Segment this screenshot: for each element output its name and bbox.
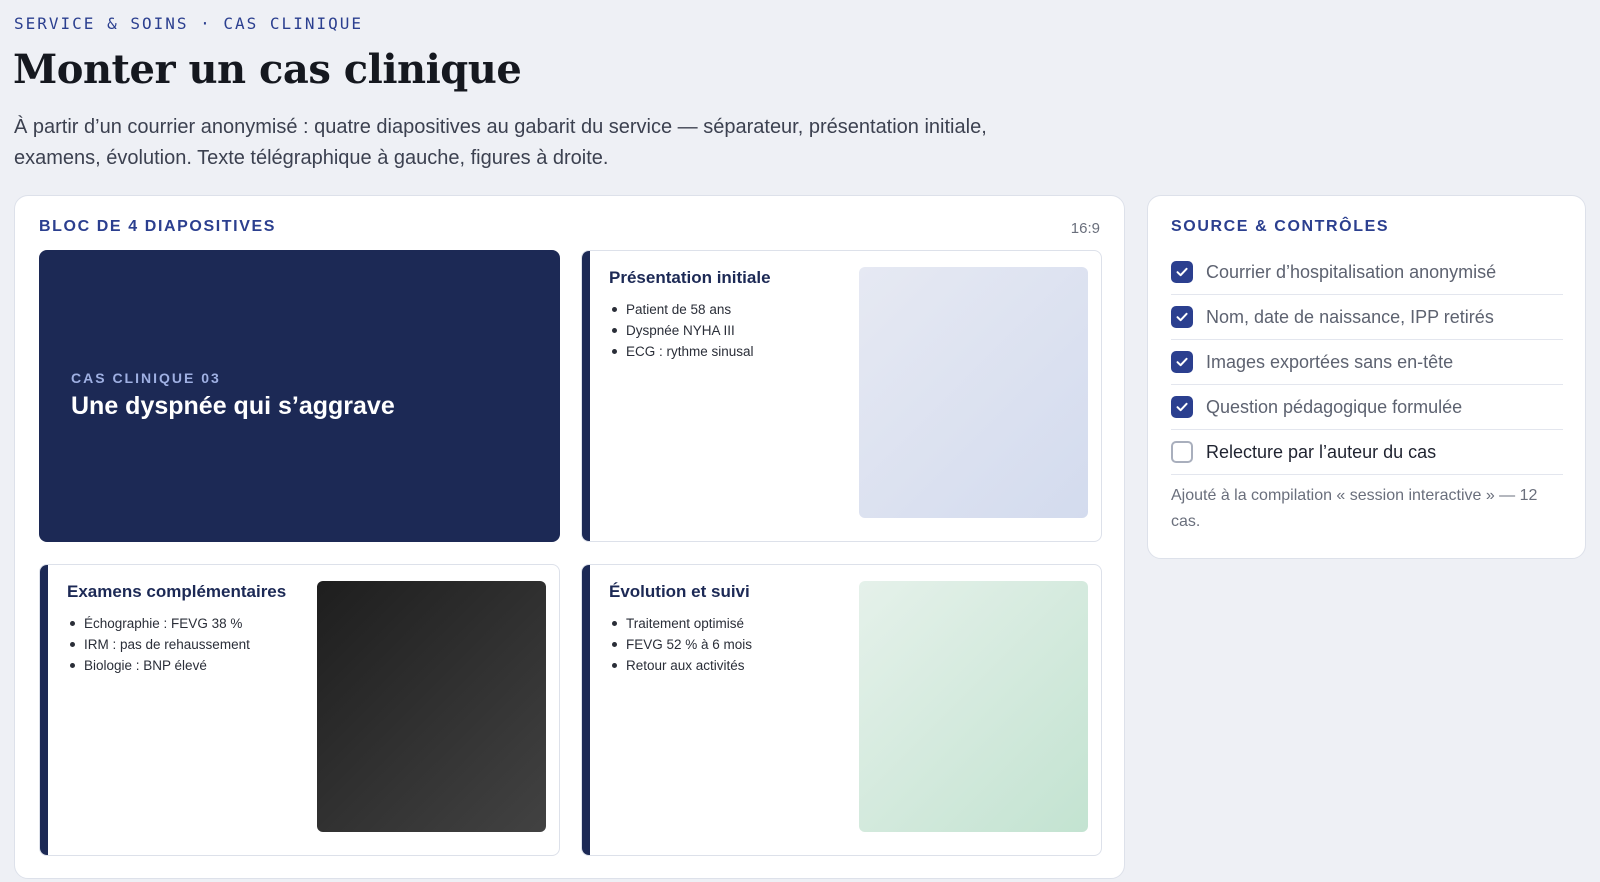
slide-bullets: Traitement optimisé FEVG 52 % à 6 mois R… xyxy=(611,613,752,676)
slide-accent-bar xyxy=(582,251,590,541)
bullet-item: ECG : rythme sinusal xyxy=(612,341,754,362)
aspect-ratio-label: 16:9 xyxy=(1070,220,1100,237)
slide-title: Présentation initiale xyxy=(609,268,771,287)
eyebrow-label: SERVICE & SOINS · CAS CLINIQUE xyxy=(14,14,363,33)
checkbox-checked[interactable] xyxy=(1171,306,1193,328)
checklist-label: Courrier d’hospitalisation anonymisé xyxy=(1206,261,1497,282)
checklist-item[interactable]: Nom, date de naissance, IPP retirés xyxy=(1171,295,1563,340)
checklist-label: Relecture par l’auteur du cas xyxy=(1206,441,1437,462)
check-icon xyxy=(1176,402,1188,412)
separator-title: Une dyspnée qui s’aggrave xyxy=(71,392,395,420)
checklist-item[interactable]: Courrier d’hospitalisation anonymisé xyxy=(1171,250,1563,295)
check-icon xyxy=(1176,312,1188,322)
bullet-item: IRM : pas de rehaussement xyxy=(70,634,250,655)
checklist-label: Images exportées sans en-tête xyxy=(1206,351,1454,372)
slide-accent-bar xyxy=(582,565,590,855)
slide-accent-bar xyxy=(40,565,48,855)
page-description: À partir d’un courrier anonymisé : quatr… xyxy=(14,116,987,169)
slide-presentation[interactable]: Présentation initiale Patient de 58 ans … xyxy=(581,250,1102,542)
checklist-item[interactable]: Question pédagogique formulée xyxy=(1171,385,1563,430)
slides-panel-heading: BLOC DE 4 DIAPOSITIVES xyxy=(39,218,277,235)
checklist-item[interactable]: Images exportées sans en-tête xyxy=(1171,340,1563,385)
bullet-item: Dyspnée NYHA III xyxy=(612,320,754,341)
slides-panel: BLOC DE 4 DIAPOSITIVES 16:9 CAS CLINIQUE… xyxy=(14,195,1125,879)
bullet-item: Traitement optimisé xyxy=(611,613,752,634)
bullet-item: Patient de 58 ans xyxy=(612,299,754,320)
checklist-item[interactable]: Relecture par l’auteur du cas xyxy=(1171,430,1563,475)
check-icon xyxy=(1176,357,1188,367)
page-title: Monter un cas clinique xyxy=(13,46,522,93)
checklist-label: Question pédagogique formulée xyxy=(1206,396,1463,417)
slide-separator[interactable]: CAS CLINIQUE 03 Une dyspnée qui s’aggrav… xyxy=(39,250,560,542)
bullet-item: Biologie : BNP élevé xyxy=(70,655,250,676)
checklist-label: Nom, date de naissance, IPP retirés xyxy=(1206,306,1494,327)
checkbox-checked[interactable] xyxy=(1171,396,1193,418)
bullet-item: Échographie : FEVG 38 % xyxy=(70,613,250,634)
slide-bullets: Patient de 58 ans Dyspnée NYHA III ECG :… xyxy=(612,299,754,362)
slide-figure-placeholder[interactable] xyxy=(317,581,546,832)
checklist: Courrier d’hospitalisation anonymisé Nom… xyxy=(1171,250,1563,475)
checkbox-checked[interactable] xyxy=(1171,351,1193,373)
slide-title: Évolution et suivi xyxy=(609,582,750,601)
separator-kicker: CAS CLINIQUE 03 xyxy=(71,370,221,386)
slide-title: Examens complémentaires xyxy=(67,582,287,601)
slide-figure-placeholder[interactable] xyxy=(859,267,1088,518)
slide-examens[interactable]: Examens complémentaires Échographie : FE… xyxy=(39,564,560,856)
compilation-note: Ajouté à la compilation « session intera… xyxy=(1171,487,1538,530)
source-controls-heading: SOURCE & CONTRÔLES xyxy=(1171,218,1390,235)
slide-figure-placeholder[interactable] xyxy=(859,581,1088,832)
checkbox-unchecked[interactable] xyxy=(1171,441,1193,463)
check-icon xyxy=(1176,267,1188,277)
slide-bullets: Échographie : FEVG 38 % IRM : pas de reh… xyxy=(70,613,250,676)
checkbox-checked[interactable] xyxy=(1171,261,1193,283)
bullet-item: Retour aux activités xyxy=(611,655,752,676)
source-controls-panel: SOURCE & CONTRÔLES Courrier d’hospitalis… xyxy=(1147,195,1586,559)
slide-evolution[interactable]: Évolution et suivi Traitement optimisé F… xyxy=(581,564,1102,856)
bullet-item: FEVG 52 % à 6 mois xyxy=(611,634,752,655)
